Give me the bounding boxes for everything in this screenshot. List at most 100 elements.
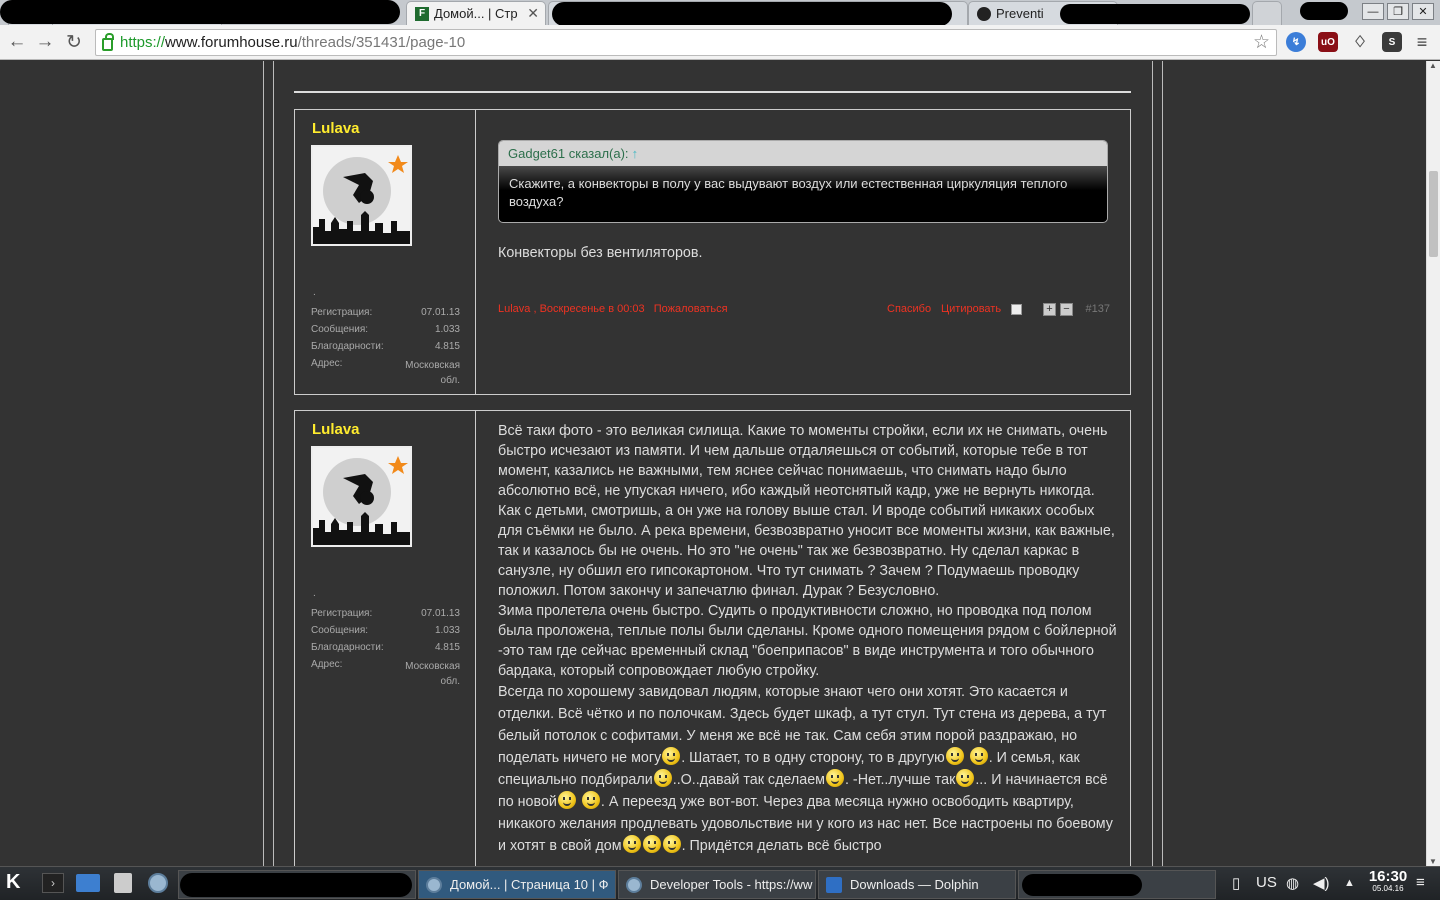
rolleyes-smiley-icon xyxy=(956,769,975,787)
maximize-window-button[interactable]: ❐ xyxy=(1387,3,1409,20)
forum-post: Lulava . Регистрация: 07.01.13 Сообщения:… xyxy=(294,109,1131,395)
paragraph: Всё таки фото - это великая силища. Каки… xyxy=(498,423,1115,599)
post-date-link[interactable]: Воскресенье в 00:03 xyxy=(540,303,645,315)
redacted-region xyxy=(1060,4,1250,24)
text-run: . Придётся делать всё быстро xyxy=(681,838,882,854)
taskbar-item-dolphin[interactable]: Downloads — Dolphin xyxy=(818,870,1016,899)
paragraph: Зима пролетела очень быстро. Судить о пр… xyxy=(498,603,1117,679)
url-path: /threads/351431/page-10 xyxy=(297,34,466,51)
minus-icon[interactable]: − xyxy=(1060,303,1073,316)
kde-menu-icon[interactable]: K xyxy=(6,871,20,894)
close-tab-icon[interactable]: ✕ xyxy=(527,5,539,22)
extension-blue-icon[interactable]: ↯ xyxy=(1286,32,1306,52)
smiley-icon xyxy=(581,791,600,809)
chromium-icon xyxy=(626,876,642,893)
post-author-panel: Lulava . Регистрация: 07.01.13 Сообщения:… xyxy=(295,110,476,394)
mail-icon[interactable] xyxy=(76,874,100,892)
reload-icon[interactable]: ↻ xyxy=(63,31,85,54)
layout-border xyxy=(263,61,264,866)
username-link[interactable]: Lulava xyxy=(312,421,360,438)
smiley-icon xyxy=(969,747,988,765)
browser-toolbar: ← → ↻ https:// www.forumhouse.ru /thread… xyxy=(0,25,1440,60)
panel-menu-icon[interactable]: ≡ xyxy=(1416,874,1425,891)
redacted-region xyxy=(0,0,400,24)
multiquote-checkbox[interactable] xyxy=(1011,304,1022,315)
clock[interactable]: 16:30 05.04.16 xyxy=(1366,868,1410,893)
stat-label: Регистрация: xyxy=(311,608,373,619)
chromium-launcher-icon[interactable] xyxy=(148,873,168,893)
stat-value: Московская обл. xyxy=(405,661,460,687)
page-scrollbar[interactable]: ▲ ▼ xyxy=(1426,61,1440,866)
text-run: ..О..давай так сделаем xyxy=(672,772,825,788)
username-link[interactable]: Lulava xyxy=(312,120,360,137)
browser-tab-strip: F Домой... | Стр ✕ Preventi — ❐ ✕ xyxy=(0,0,1440,26)
new-tab-button[interactable] xyxy=(1252,1,1282,25)
taskbar-item-label: Downloads — Dolphin xyxy=(850,877,979,892)
battery-icon[interactable]: ▯ xyxy=(1232,874,1240,892)
tray-expand-icon[interactable]: ▲ xyxy=(1344,877,1355,889)
user-title: . xyxy=(313,287,316,298)
grin-smiley-icon xyxy=(642,835,661,853)
footer-author-link[interactable]: Lulava xyxy=(498,303,530,315)
close-window-button[interactable]: ✕ xyxy=(1412,3,1434,20)
user-avatar[interactable] xyxy=(311,446,412,547)
extension-s-icon[interactable]: S xyxy=(1382,32,1402,52)
plus-icon[interactable]: + xyxy=(1043,303,1056,316)
forward-arrow-icon[interactable]: → xyxy=(34,31,56,53)
taskbar-item-devtools[interactable]: Developer Tools - https://ww xyxy=(618,870,816,899)
url-scheme: https:// xyxy=(120,34,166,51)
volume-icon[interactable]: ◀) xyxy=(1313,874,1330,892)
ublock-icon[interactable]: uO xyxy=(1318,32,1338,52)
paragraph: Всегда по хорошему завидовал людям, кото… xyxy=(498,681,1118,857)
scroll-up-icon[interactable]: ▲ xyxy=(1429,61,1437,70)
stat-value: 1.033 xyxy=(434,324,460,335)
stat-value: 07.01.13 xyxy=(421,307,460,318)
stat-label: Регистрация: xyxy=(311,307,373,318)
chrome-menu-icon[interactable]: ≡ xyxy=(1412,32,1432,52)
user-stats: Регистрация: 07.01.13 Сообщения: 1.033 Бла… xyxy=(311,307,460,388)
user-avatar[interactable] xyxy=(311,145,412,246)
bookmark-star-icon[interactable]: ☆ xyxy=(1253,31,1270,54)
user-title: . xyxy=(313,588,316,599)
address-bar[interactable]: https:// www.forumhouse.ru /threads/3514… xyxy=(95,29,1277,56)
stat-label: Сообщения: xyxy=(311,625,369,636)
quote-jump-icon[interactable]: ↑ xyxy=(632,146,639,161)
tab-forumhouse[interactable]: F Домой... | Стр ✕ xyxy=(406,1,546,25)
minimize-window-button[interactable]: — xyxy=(1362,3,1384,20)
layout-border xyxy=(1162,61,1163,866)
stat-label: Благодарности: xyxy=(311,341,384,352)
scroll-down-icon[interactable]: ▼ xyxy=(1429,857,1437,866)
calculator-icon[interactable] xyxy=(114,873,132,893)
chromium-icon xyxy=(426,876,442,893)
post-message: Всё таки фото - это великая силища. Каки… xyxy=(498,421,1118,857)
quote-author: Gadget61 сказал(а): xyxy=(508,146,629,161)
forum-post: Lulava . Регистрация: 07.01.13 Сообщения:… xyxy=(294,410,1131,866)
shrug-smiley-icon xyxy=(653,769,672,787)
stat-value: 4.815 xyxy=(434,341,460,352)
forumhouse-favicon-icon: F xyxy=(415,6,429,21)
scrollbar-thumb[interactable] xyxy=(1429,171,1438,257)
network-icon[interactable]: ◍ xyxy=(1286,874,1299,892)
stat-label: Адрес: xyxy=(311,659,343,670)
text-run: . Шатает, то в одну сторону, то в другую xyxy=(681,750,945,766)
url-host: www.forumhouse.ru xyxy=(165,34,298,51)
quote-text: Скажите, а конвекторы в полу у вас выдув… xyxy=(499,166,1107,220)
stat-value: 07.01.13 xyxy=(421,608,460,619)
thanks-link[interactable]: Спасибо xyxy=(887,303,931,315)
report-link[interactable]: Пожаловаться xyxy=(654,303,728,315)
clock-time: 16:30 xyxy=(1368,868,1408,885)
extension-drop-icon[interactable]: ♢ xyxy=(1350,32,1370,52)
back-arrow-icon[interactable]: ← xyxy=(6,31,28,53)
quote-link[interactable]: Цитировать xyxy=(941,303,1001,315)
text-run: . -Нет..лучше так xyxy=(844,772,956,788)
stat-label: Адрес: xyxy=(311,358,343,369)
post-message: Конвекторы без вентиляторов. xyxy=(498,245,703,261)
layout-border xyxy=(1152,61,1153,866)
secure-lock-icon xyxy=(102,32,114,51)
terminal-icon[interactable]: › xyxy=(42,873,64,893)
taskbar-item-forum[interactable]: Домой... | Страница 10 | Ф xyxy=(418,870,616,899)
redacted-region xyxy=(1022,874,1142,896)
layout-border xyxy=(273,61,274,866)
post-number-link[interactable]: #137 xyxy=(1086,303,1110,315)
keyboard-layout-indicator[interactable]: US xyxy=(1256,874,1277,891)
